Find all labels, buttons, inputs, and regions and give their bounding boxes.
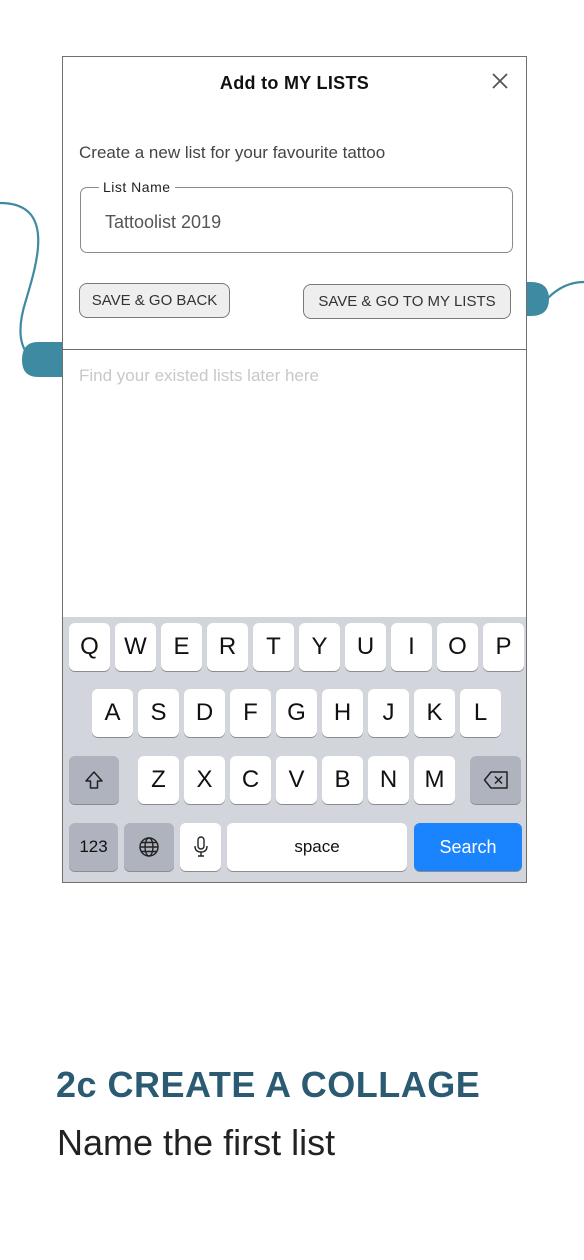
- shift-key[interactable]: [69, 756, 119, 804]
- close-icon[interactable]: [490, 71, 510, 91]
- space-key[interactable]: space: [227, 823, 407, 871]
- key-j[interactable]: J: [368, 689, 409, 737]
- search-key[interactable]: Search: [414, 823, 522, 871]
- key-h[interactable]: H: [322, 689, 363, 737]
- dialog-subtitle: Create a new list for your favourite tat…: [79, 143, 386, 162]
- key-g[interactable]: G: [276, 689, 317, 737]
- globe-icon: [139, 837, 159, 857]
- left-connector-tab: [22, 342, 62, 377]
- key-u[interactable]: U: [345, 623, 386, 671]
- caption-subheading: Name the first list: [57, 1122, 336, 1163]
- key-p[interactable]: P: [483, 623, 524, 671]
- key-k[interactable]: K: [414, 689, 455, 737]
- key-z[interactable]: Z: [138, 756, 179, 804]
- key-q[interactable]: Q: [69, 623, 110, 671]
- divider: [63, 349, 526, 350]
- numbers-key[interactable]: 123: [69, 823, 118, 871]
- dialog-title: Add to MY LISTS: [219, 73, 370, 93]
- key-c[interactable]: C: [230, 756, 271, 804]
- key-w[interactable]: W: [115, 623, 156, 671]
- microphone-key[interactable]: [180, 823, 221, 871]
- save-go-back-button[interactable]: SAVE & GO BACK: [79, 283, 230, 318]
- list-name-input[interactable]: [105, 212, 485, 233]
- key-r[interactable]: R: [207, 623, 248, 671]
- key-b[interactable]: B: [322, 756, 363, 804]
- list-name-label: List Name: [99, 179, 175, 195]
- shift-icon: [85, 771, 103, 789]
- save-go-to-my-lists-button[interactable]: SAVE & GO TO MY LISTS: [303, 284, 511, 319]
- key-d[interactable]: D: [184, 689, 225, 737]
- key-x[interactable]: X: [184, 756, 225, 804]
- right-connector-line: [547, 280, 584, 299]
- backspace-icon: [483, 771, 508, 789]
- key-s[interactable]: S: [138, 689, 179, 737]
- left-connector-line: [0, 201, 40, 358]
- key-m[interactable]: M: [414, 756, 455, 804]
- key-e[interactable]: E: [161, 623, 202, 671]
- existing-lists-hint: Find your existed lists later here: [79, 366, 319, 385]
- globe-key[interactable]: [124, 823, 174, 871]
- backspace-key[interactable]: [470, 756, 521, 804]
- key-t[interactable]: T: [253, 623, 294, 671]
- key-l[interactable]: L: [460, 689, 501, 737]
- microphone-icon: [193, 836, 208, 857]
- key-y[interactable]: Y: [299, 623, 340, 671]
- key-n[interactable]: N: [368, 756, 409, 804]
- keyboard: Q W E R T Y U I O P A S D F G H J K L Z …: [63, 617, 526, 882]
- key-o[interactable]: O: [437, 623, 478, 671]
- phone-screen: Add to MY LISTS Create a new list for yo…: [62, 56, 527, 883]
- key-a[interactable]: A: [92, 689, 133, 737]
- key-f[interactable]: F: [230, 689, 271, 737]
- key-i[interactable]: I: [391, 623, 432, 671]
- caption-heading: 2c CREATE A COLLAGE: [56, 1064, 481, 1105]
- key-v[interactable]: V: [276, 756, 317, 804]
- list-name-field[interactable]: List Name: [80, 179, 513, 253]
